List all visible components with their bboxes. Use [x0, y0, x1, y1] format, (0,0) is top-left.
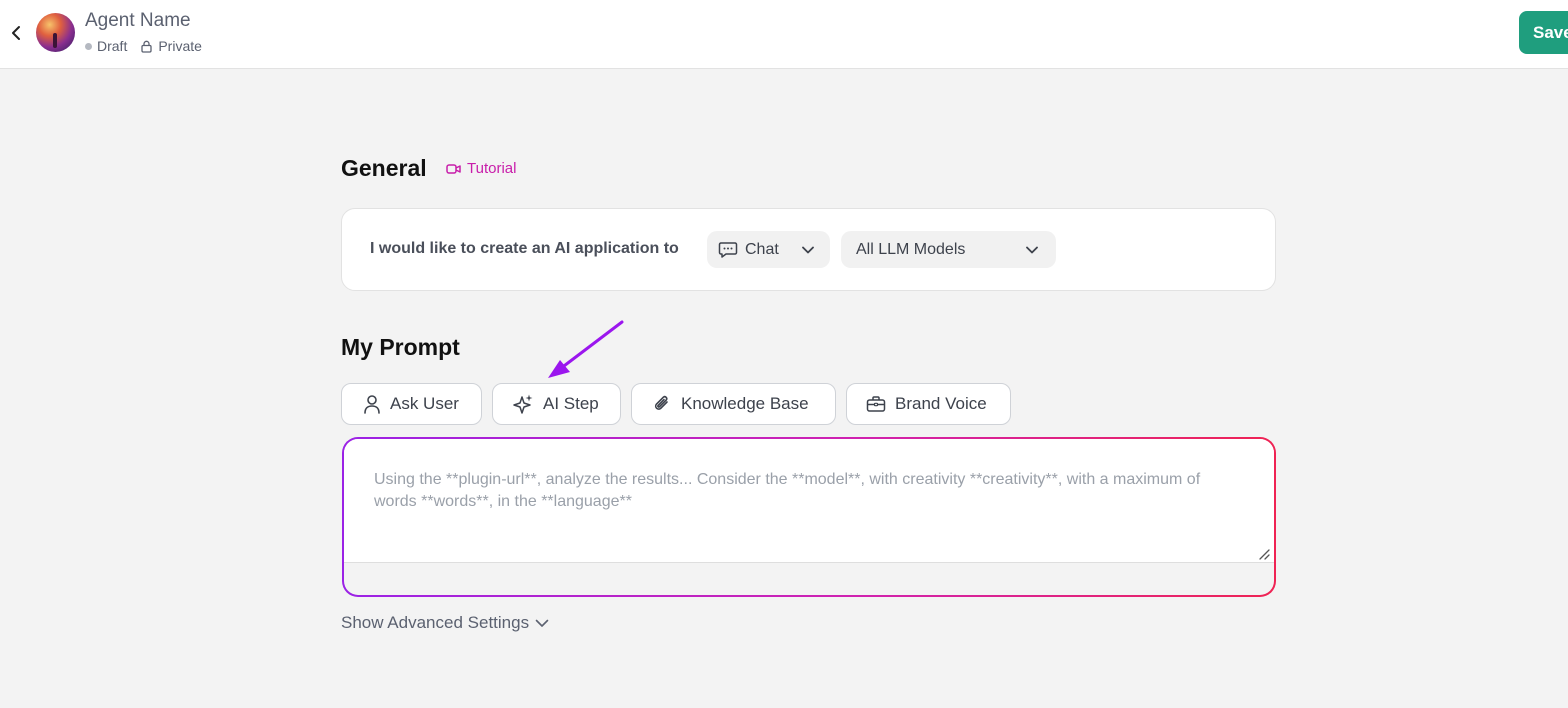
resize-handle-icon[interactable] — [1258, 548, 1270, 560]
advanced-label: Show Advanced Settings — [341, 613, 530, 632]
app-type-value: Chat — [745, 240, 779, 258]
chevron-down-icon — [802, 246, 814, 253]
chevron-left-icon — [12, 26, 20, 40]
top-bar: Agent Name Draft Private Save — [0, 0, 1568, 69]
annotation-arrow-icon — [548, 320, 624, 378]
general-title: General — [341, 155, 427, 181]
agent-meta: Draft Private — [85, 38, 202, 54]
ai-step-button[interactable]: AI Step — [492, 383, 621, 425]
avatar[interactable] — [36, 13, 75, 52]
save-button[interactable]: Save — [1519, 11, 1568, 54]
briefcase-icon — [866, 396, 886, 412]
tutorial-label: Tutorial — [467, 160, 517, 177]
chip-label: Knowledge Base — [681, 394, 809, 413]
status-text: Draft — [97, 38, 128, 54]
chip-label: Brand Voice — [895, 394, 987, 413]
back-button[interactable] — [6, 22, 26, 44]
tutorial-link[interactable]: Tutorial — [446, 160, 516, 177]
agent-name[interactable]: Agent Name — [85, 10, 191, 32]
prompt-editor: Using the **plugin-url**, analyze the re… — [342, 437, 1276, 597]
brand-voice-button[interactable]: Brand Voice — [846, 383, 1011, 425]
visibility-text: Private — [158, 38, 202, 54]
prompt-input[interactable]: Using the **plugin-url**, analyze the re… — [344, 439, 1274, 563]
chevron-down-icon — [1026, 246, 1038, 253]
model-select[interactable]: All LLM Models — [841, 231, 1056, 268]
show-advanced-settings-toggle[interactable]: Show Advanced Settings — [341, 613, 549, 633]
chat-bubble-icon — [718, 241, 738, 258]
my-prompt-title: My Prompt — [341, 334, 460, 360]
create-text: I would like to create an AI application… — [370, 240, 679, 257]
dot-icon — [85, 42, 92, 50]
ask-user-button[interactable]: Ask User — [341, 383, 482, 425]
sparkles-icon — [513, 394, 533, 414]
video-icon — [446, 163, 461, 174]
lock-icon — [141, 40, 152, 53]
knowledge-base-button[interactable]: Knowledge Base — [631, 383, 836, 425]
model-value: All LLM Models — [856, 240, 966, 258]
chevron-down-icon — [535, 619, 549, 627]
chip-label: AI Step — [543, 394, 599, 413]
chip-label: Ask User — [390, 394, 459, 413]
user-icon — [364, 395, 380, 414]
app-type-select[interactable]: Chat — [707, 231, 830, 268]
paperclip-icon — [654, 395, 668, 410]
